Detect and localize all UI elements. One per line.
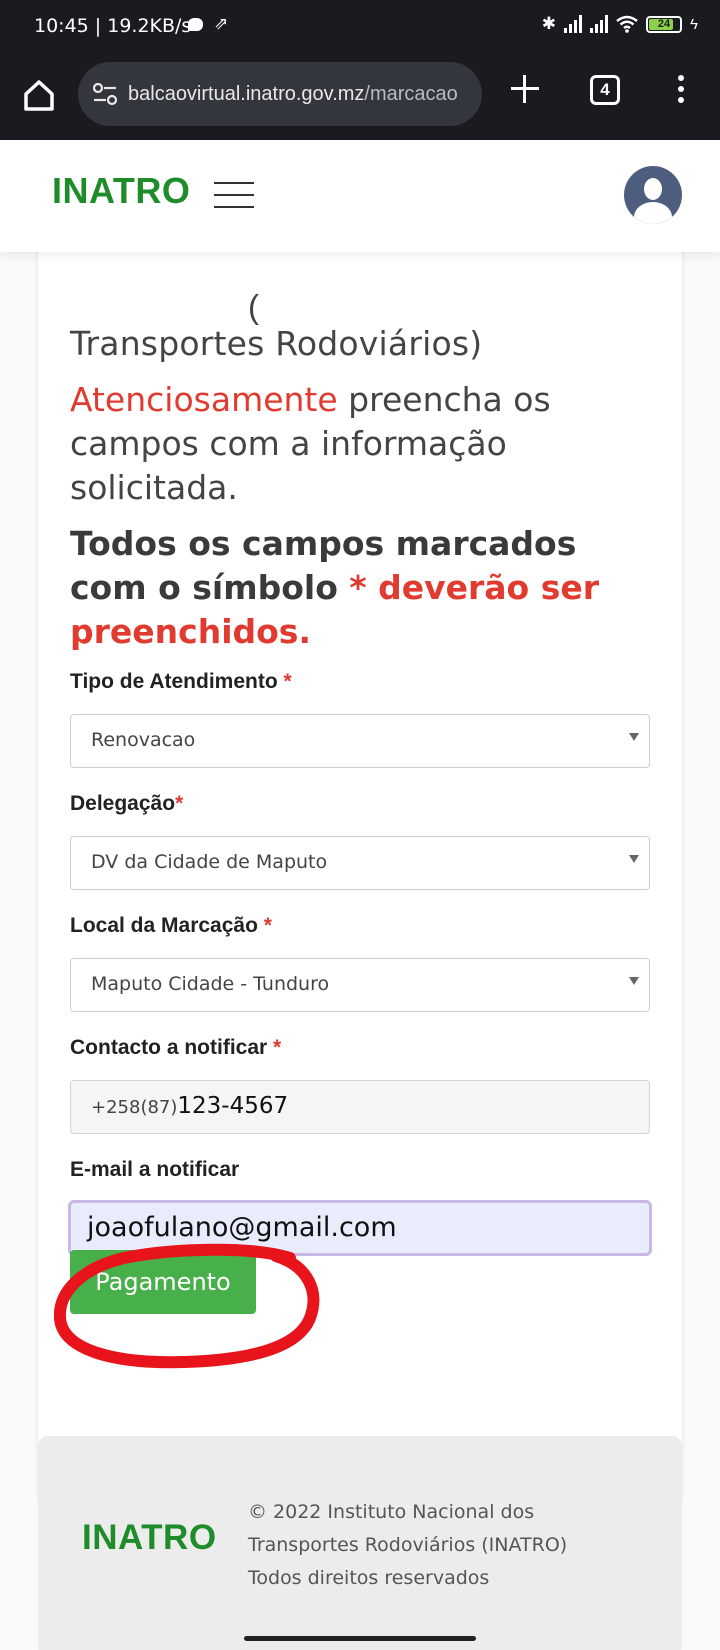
local-marcacao-value: Maputo Cidade - Tunduro: [91, 973, 330, 995]
email-input[interactable]: joaofulano@gmail.com: [68, 1200, 652, 1256]
more-menu-icon[interactable]: [672, 75, 690, 105]
local-marcacao-select[interactable]: Maputo Cidade - Tunduro: [70, 958, 650, 1012]
email-label-text: E-mail a notificar: [70, 1158, 240, 1181]
wifi-icon: [616, 15, 638, 33]
battery-icon: 24: [646, 15, 683, 33]
required-star: *: [263, 914, 272, 937]
user-avatar[interactable]: [624, 166, 682, 224]
site-logo[interactable]: INATRO: [52, 170, 190, 212]
footer-line: © 2022 Instituto Nacional dos: [248, 1501, 535, 1523]
browser-toolbar: balcaovirtual.inatro.gov.mz/marcacao 4: [0, 54, 720, 140]
required-star: *: [273, 1036, 282, 1059]
delegacao-value: DV da Cidade de Maputo: [91, 851, 328, 873]
site-settings-icon[interactable]: [92, 82, 118, 106]
battery-level: 24: [657, 17, 671, 30]
footer-copyright: © 2022 Instituto Nacional dos Transporte…: [248, 1496, 668, 1595]
delegacao-label-text: Delegação: [70, 792, 176, 815]
chat-icon: [188, 18, 203, 31]
footer-line: Transportes Rodoviários (INATRO): [248, 1534, 568, 1556]
tab-switcher-button[interactable]: 4: [590, 75, 620, 105]
hamburger-menu-icon[interactable]: [214, 182, 254, 210]
dropdown-caret-icon: [629, 977, 639, 985]
intro-note-accent: Atenciosamente: [70, 380, 338, 419]
form-card: ( Transportes Rodoviários) Atenciosament…: [38, 200, 682, 1500]
tipo-atendimento-select[interactable]: Renovacao: [70, 714, 650, 768]
contacto-label-text: Contacto a notificar: [70, 1036, 274, 1059]
tipo-atendimento-label: Tipo de Atendimento *: [70, 670, 292, 694]
phone-number-value: 123-4567: [177, 1093, 289, 1119]
email-label: E-mail a notificar: [70, 1158, 239, 1182]
dropdown-caret-icon: [629, 733, 639, 741]
home-icon[interactable]: [20, 76, 58, 114]
required-star: *: [175, 792, 184, 815]
local-marcacao-label-text: Local da Marcação: [70, 914, 264, 937]
status-icons: ✱ 24 ϟ: [542, 14, 698, 34]
footer-line: Todos direitos reservados: [248, 1567, 490, 1589]
signal-icon: [564, 15, 583, 33]
url-path: /marcacao: [364, 83, 458, 105]
pagamento-button[interactable]: Pagamento: [70, 1250, 256, 1314]
intro-cut-text: (: [248, 288, 259, 325]
footer-logo: INATRO: [82, 1518, 217, 1557]
delegacao-select[interactable]: DV da Cidade de Maputo: [70, 836, 650, 890]
intro-note: Atenciosamente preencha os campos com a …: [70, 378, 650, 510]
signal-icon: [590, 15, 609, 33]
address-bar[interactable]: balcaovirtual.inatro.gov.mz/marcacao: [78, 62, 482, 126]
gesture-home-indicator[interactable]: [244, 1636, 476, 1641]
web-page: INATRO ( Transportes Rodoviários) Atenci…: [0, 140, 720, 1650]
new-tab-icon[interactable]: [508, 72, 542, 106]
navigation-icon: ⇗: [214, 14, 229, 33]
dropdown-caret-icon: [629, 855, 639, 863]
required-star: *: [283, 670, 292, 693]
site-header: INATRO: [0, 140, 720, 252]
contacto-label: Contacto a notificar *: [70, 1036, 281, 1060]
status-time: 10:45 | 19.2KB/s: [34, 15, 192, 37]
charging-icon: ϟ: [690, 15, 698, 33]
url-domain: balcaovirtual.inatro.gov.mz: [128, 83, 365, 105]
required-fields-notice: Todos os campos marcados com o símbolo *…: [70, 522, 660, 654]
tipo-atendimento-value: Renovacao: [91, 729, 196, 751]
site-footer: INATRO © 2022 Instituto Nacional dos Tra…: [38, 1436, 682, 1650]
bluetooth-icon: ✱: [541, 14, 557, 33]
tipo-atendimento-label-text: Tipo de Atendimento: [70, 670, 284, 693]
local-marcacao-label: Local da Marcação *: [70, 914, 272, 938]
intro-title: Transportes Rodoviários): [70, 324, 483, 363]
url-text[interactable]: balcaovirtual.inatro.gov.mz/marcacao: [128, 83, 472, 106]
contacto-phone-input[interactable]: +258(87)123-4567: [70, 1080, 650, 1134]
status-bar: 10:45 | 19.2KB/s ⇗ ✱ 24 ϟ: [0, 0, 720, 54]
delegacao-label: Delegação*: [70, 792, 183, 816]
phone-prefix: +258(87): [91, 1097, 178, 1118]
